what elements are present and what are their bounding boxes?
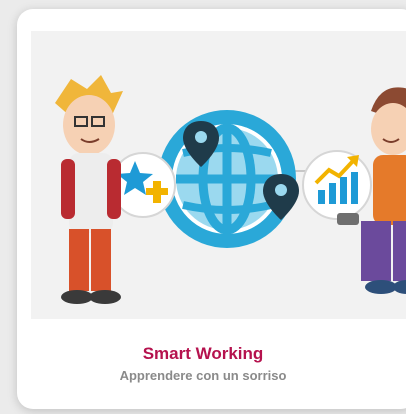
course-subtitle: Apprendere con un sorriso (119, 368, 287, 383)
course-illustration (31, 31, 406, 319)
course-title[interactable]: Smart Working (0, 344, 406, 364)
boy-character (55, 75, 123, 304)
growth-chart-icon (302, 150, 372, 220)
